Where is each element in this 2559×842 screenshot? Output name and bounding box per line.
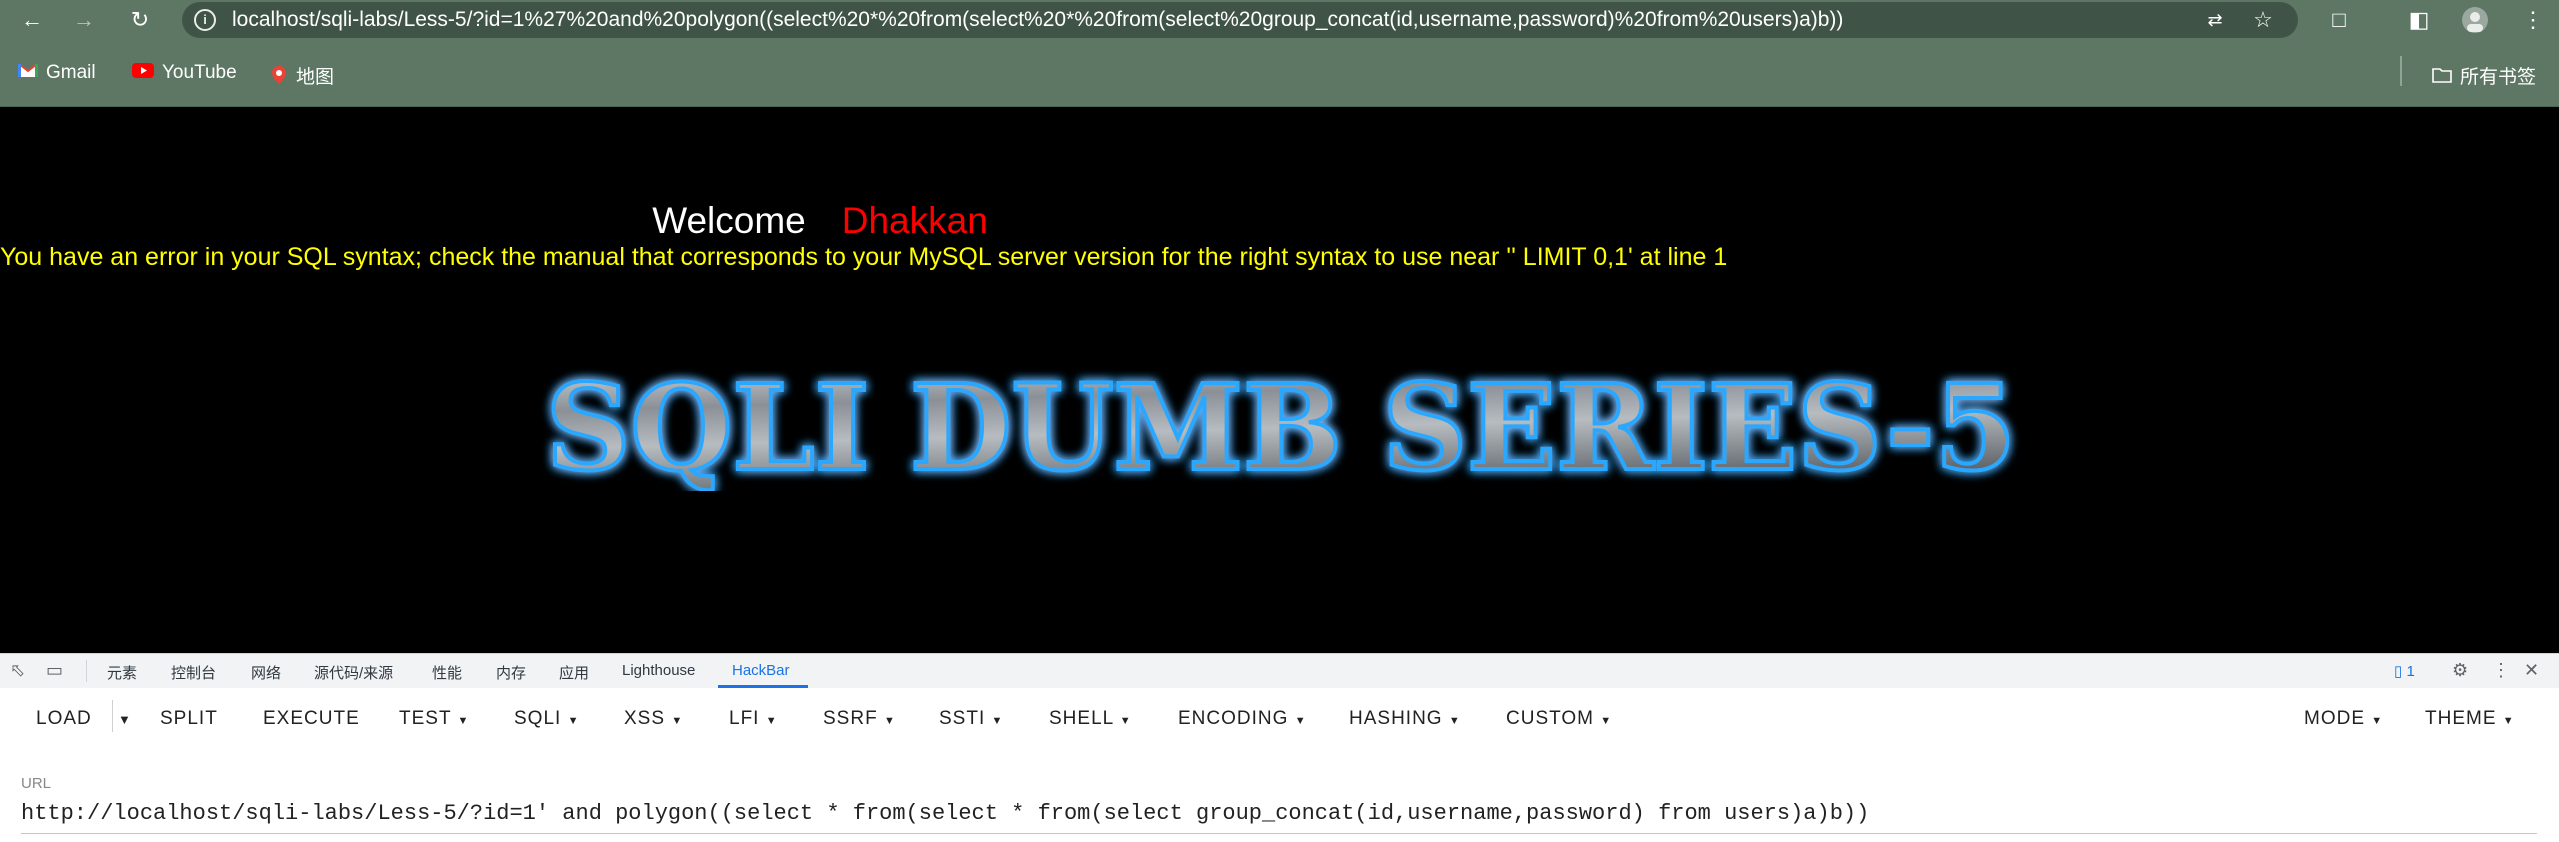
bookmark-maps[interactable]: 地图 (270, 62, 334, 91)
caret-down-icon: ▼ (2502, 715, 2515, 727)
banner-title: SQLI DUMB SERIES-5 (546, 361, 2016, 491)
devtools-menu-icon[interactable]: ⋮ (2492, 660, 2510, 681)
caret-down-icon: ▼ (2371, 715, 2384, 727)
bookmarks-bar: Gmail YouTube 地图 所有书签 (0, 40, 2559, 107)
folder-icon (2432, 67, 2452, 89)
caret-down-icon: ▼ (765, 715, 778, 727)
caret-down-icon: ▼ (457, 715, 470, 727)
bookmarks-divider (2400, 56, 2402, 86)
youtube-icon (132, 62, 154, 84)
load-dropdown-icon[interactable]: ▼ (118, 712, 132, 727)
gmail-icon (18, 62, 38, 84)
caret-down-icon: ▼ (1119, 715, 1132, 727)
devtools-divider (86, 660, 87, 682)
caret-down-icon: ▼ (671, 715, 684, 727)
sql-error-message: You have an error in your SQL syntax; ch… (0, 243, 1728, 271)
url-input-underline (21, 833, 2537, 834)
split-button[interactable]: SPLIT (160, 708, 218, 730)
xss-menu[interactable]: XSS ▼ (624, 708, 683, 730)
custom-menu[interactable]: CUSTOM ▼ (1506, 708, 1612, 730)
inspect-element-icon[interactable]: ⬁ (10, 660, 25, 681)
execute-button[interactable]: EXECUTE (263, 708, 360, 730)
caret-down-icon: ▼ (567, 715, 580, 727)
issues-icon: ▯ (2394, 663, 2403, 680)
caret-down-icon: ▼ (1448, 715, 1461, 727)
profile-avatar[interactable] (2460, 6, 2490, 41)
devtab-lighthouse[interactable]: Lighthouse (622, 662, 695, 679)
translate-icon[interactable]: ⇄ (2200, 6, 2230, 34)
side-panel-icon[interactable]: ◧ (2404, 6, 2434, 34)
welcome-label: Welcome (652, 200, 806, 241)
device-toolbar-icon[interactable]: ▭ (46, 660, 63, 681)
issues-badge[interactable]: ▯ 1 (2394, 662, 2415, 680)
browser-menu-icon[interactable]: ⋮ (2518, 6, 2548, 34)
theme-menu[interactable]: THEME ▼ (2425, 708, 2515, 730)
reload-icon[interactable]: ↻ (124, 4, 156, 36)
caret-down-icon: ▼ (1294, 715, 1307, 727)
load-split-divider (112, 700, 113, 732)
forward-icon[interactable]: → (68, 4, 100, 36)
url-input[interactable]: http://localhost/sqli-labs/Less-5/?id=1'… (21, 801, 1869, 826)
extensions-icon[interactable]: □ (2324, 6, 2354, 34)
url-field-label: URL (21, 775, 52, 792)
welcome-name: Dhakkan (841, 200, 988, 241)
bookmark-star-icon[interactable]: ☆ (2248, 6, 2278, 34)
bookmark-youtube[interactable]: YouTube (132, 62, 237, 84)
page-content: Welcome Dhakkan You have an error in your… (0, 107, 2559, 653)
close-devtools-icon[interactable]: ✕ (2524, 660, 2539, 681)
shell-menu[interactable]: SHELL ▼ (1049, 708, 1132, 730)
welcome-line: Welcome Dhakkan (0, 200, 1640, 242)
hashing-menu[interactable]: HASHING ▼ (1349, 708, 1461, 730)
maps-icon (270, 65, 288, 91)
lfi-menu[interactable]: LFI ▼ (729, 708, 778, 730)
site-info-icon[interactable]: i (194, 9, 216, 31)
devtools-tabbar: ⬁ ▭ 元素 控制台 网络 源代码/来源 性能 内存 应用 Lighthouse… (0, 653, 2559, 689)
sqli-menu[interactable]: SQLI ▼ (514, 708, 579, 730)
sqli-dumb-series-banner: SQLI DUMB SERIES-5 (544, 361, 2018, 491)
devtab-hackbar[interactable]: HackBar (732, 662, 790, 679)
caret-down-icon: ▼ (991, 715, 1004, 727)
devtab-performance[interactable]: 性能 (432, 662, 462, 683)
load-button[interactable]: LOAD (36, 708, 92, 730)
hackbar-panel: LOAD ▼ SPLIT EXECUTE TEST ▼ SQLI ▼ XSS ▼… (0, 688, 2559, 842)
browser-toolbar: ← → ↻ i localhost/sqli-labs/Less-5/?id=1… (0, 0, 2559, 40)
mode-menu[interactable]: MODE ▼ (2304, 708, 2383, 730)
encoding-menu[interactable]: ENCODING ▼ (1178, 708, 1307, 730)
bookmark-gmail[interactable]: Gmail (18, 62, 96, 84)
test-menu[interactable]: TEST ▼ (399, 708, 469, 730)
devtab-network[interactable]: 网络 (251, 662, 281, 683)
back-icon[interactable]: ← (16, 4, 48, 36)
devtab-memory[interactable]: 内存 (496, 662, 526, 683)
devtab-elements[interactable]: 元素 (107, 662, 137, 683)
ssti-menu[interactable]: SSTI ▼ (939, 708, 1003, 730)
caret-down-icon: ▼ (883, 715, 896, 727)
devtab-application[interactable]: 应用 (559, 662, 589, 683)
all-bookmarks[interactable]: 所有书签 (2432, 62, 2536, 89)
settings-gear-icon[interactable]: ⚙ (2452, 660, 2468, 681)
devtab-sources[interactable]: 源代码/来源 (314, 662, 393, 683)
caret-down-icon: ▼ (1600, 715, 1613, 727)
address-url[interactable]: localhost/sqli-labs/Less-5/?id=1%27%20an… (232, 8, 1843, 32)
devtab-console[interactable]: 控制台 (171, 662, 216, 683)
ssrf-menu[interactable]: SSRF ▼ (823, 708, 896, 730)
